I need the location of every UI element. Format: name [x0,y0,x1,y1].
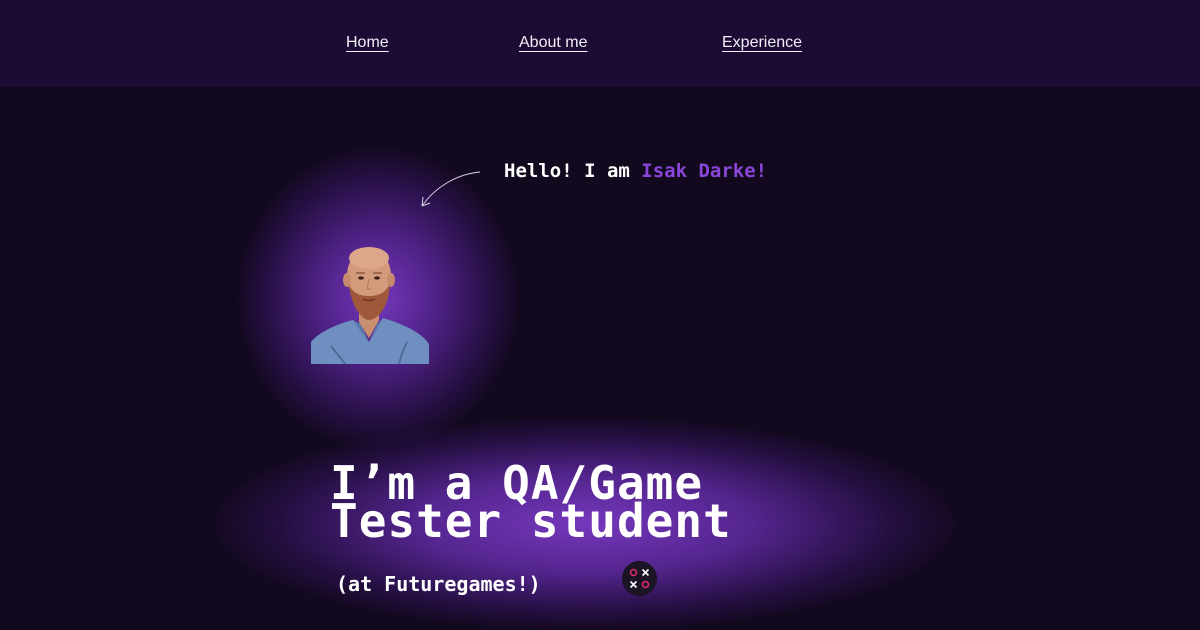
greeting-prefix: Hello! I am [504,160,642,182]
subline: (at Futuregames!) [336,572,541,596]
futuregames-logo-icon[interactable] [622,561,657,596]
nav-link-home[interactable]: Home [346,34,389,52]
greeting: Hello! I am Isak Darke! [504,160,767,182]
headline-line-2: Tester student [330,494,732,548]
navbar: Home About me Experience [0,0,1200,87]
headline: I’m a QA/Game Tester student [330,460,732,548]
greeting-name: Isak Darke! [641,160,768,182]
portrait-photo [311,247,429,364]
nav-link-about-me[interactable]: About me [519,34,587,52]
nav-link-experience[interactable]: Experience [722,34,802,52]
curved-arrow-icon [421,171,481,207]
